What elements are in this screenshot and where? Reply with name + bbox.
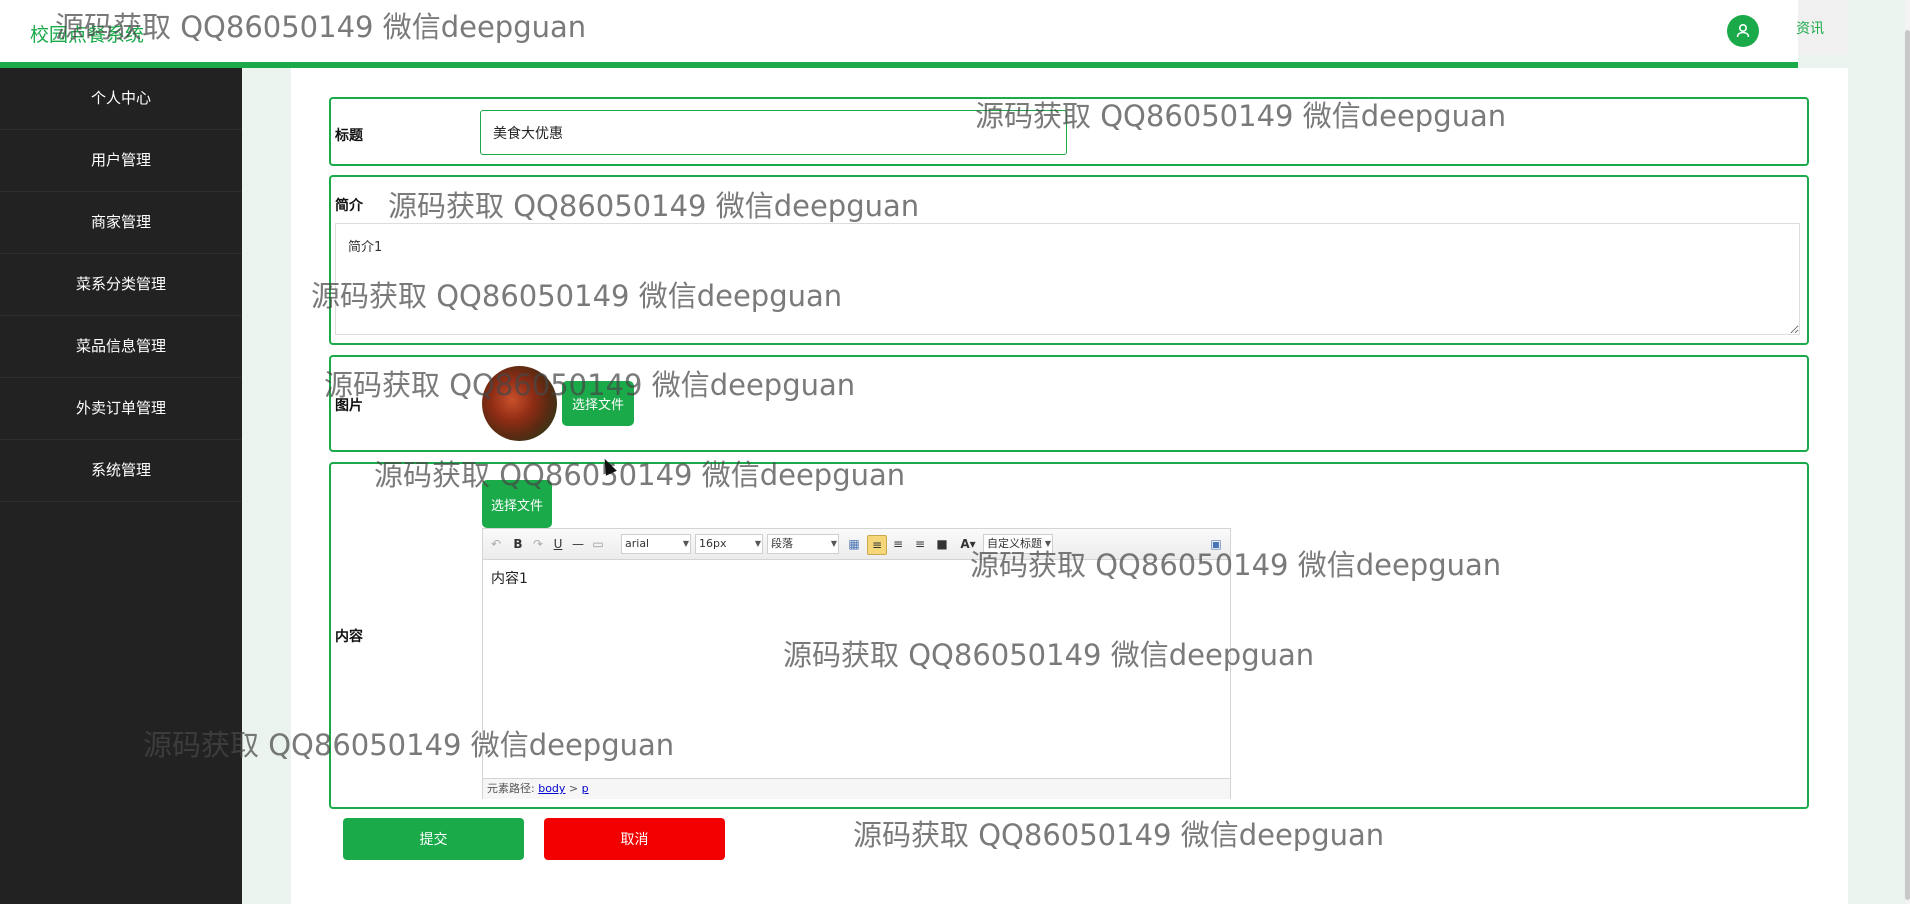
sidebar: 个人中心 用户管理 商家管理 菜系分类管理 菜品信息管理 外卖订单管理 系统管理 (0, 68, 242, 904)
bold-icon[interactable]: B (509, 535, 527, 553)
chevron-down-icon: ▼ (682, 539, 689, 548)
content-label: 内容 (335, 629, 363, 645)
cancel-button[interactable]: 取消 (544, 818, 725, 860)
sidebar-item-system-management[interactable]: 系统管理 (0, 440, 242, 502)
font-color-icon[interactable]: A▾ (957, 535, 979, 553)
table-icon[interactable]: ▦ (845, 535, 863, 553)
font-size-select[interactable]: 16px ▼ (695, 534, 763, 554)
paragraph-value: 段落 (771, 537, 793, 550)
sidebar-item-merchant-management[interactable]: 商家管理 (0, 192, 242, 254)
user-icon (1736, 23, 1750, 38)
underline-icon[interactable]: U (549, 535, 567, 553)
image-choose-file-button[interactable]: 选择文件 (562, 381, 634, 426)
image-label: 图片 (335, 398, 363, 414)
element-path-p-link[interactable]: p (582, 782, 589, 795)
element-path-bar: 元素路径: body > p (483, 778, 1230, 799)
clear-format-icon[interactable]: ▭ (589, 535, 607, 553)
chevron-down-icon: ▼ (754, 539, 761, 548)
horizontal-rule-icon[interactable]: — (569, 535, 587, 553)
editor-paragraph: 内容1 (491, 571, 528, 587)
align-justify-icon[interactable]: ■ (933, 535, 951, 553)
align-right-icon[interactable]: ≡ (889, 535, 907, 553)
submit-button[interactable]: 提交 (343, 818, 524, 860)
element-path-label: 元素路径: (487, 782, 535, 795)
custom-title-select[interactable]: 自定义标题 ▼ (983, 534, 1053, 554)
editor-body[interactable]: 内容1 (483, 560, 1230, 770)
align-left-icon[interactable]: ≡ (867, 535, 887, 555)
editor-toolbar: ↶ B ↷ U — ▭ arial ▼ 16px ▼ 段落 ▼ ▦ ≡ ≡ ≡ ■ A… (483, 529, 1230, 560)
chevron-down-icon: ▼ (1044, 539, 1051, 548)
custom-title-value: 自定义标题 (987, 537, 1042, 550)
element-path-body-link[interactable]: body (538, 782, 565, 795)
title-input[interactable] (480, 110, 1067, 155)
app-title: 校园点餐系统 (30, 24, 145, 46)
chevron-down-icon: ▼ (830, 539, 837, 548)
font-family-select[interactable]: arial ▼ (621, 534, 691, 554)
scrollbar-thumb[interactable] (1905, 30, 1910, 900)
undo-icon[interactable]: ↶ (487, 535, 505, 553)
news-link[interactable]: 资讯 (1796, 18, 1856, 38)
sidebar-item-cuisine-category-management[interactable]: 菜系分类管理 (0, 254, 242, 316)
content-choose-file-button[interactable]: 选择文件 (482, 480, 552, 528)
title-label: 标题 (335, 128, 363, 144)
paragraph-select[interactable]: 段落 ▼ (767, 534, 839, 554)
sidebar-item-personal-center[interactable]: 个人中心 (0, 68, 242, 130)
dish-image-thumbnail (482, 366, 557, 441)
redo-icon[interactable]: ↷ (529, 535, 547, 553)
element-path-separator: > (568, 782, 579, 795)
top-header: 校园点餐系统 (0, 0, 1798, 68)
sidebar-item-dish-info-management[interactable]: 菜品信息管理 (0, 316, 242, 378)
font-size-value: 16px (699, 537, 727, 550)
sidebar-item-takeout-order-management[interactable]: 外卖订单管理 (0, 378, 242, 440)
user-avatar-icon[interactable] (1727, 15, 1759, 47)
font-family-value: arial (625, 537, 650, 550)
intro-label: 简介 (335, 198, 363, 214)
intro-textarea[interactable]: 简介1 (335, 223, 1800, 335)
align-center-icon[interactable]: ≡ (911, 535, 929, 553)
fullscreen-icon[interactable]: ▣ (1207, 535, 1225, 553)
rich-text-editor: ↶ B ↷ U — ▭ arial ▼ 16px ▼ 段落 ▼ ▦ ≡ ≡ ≡ ■ A… (482, 528, 1231, 799)
sidebar-item-user-management[interactable]: 用户管理 (0, 130, 242, 192)
